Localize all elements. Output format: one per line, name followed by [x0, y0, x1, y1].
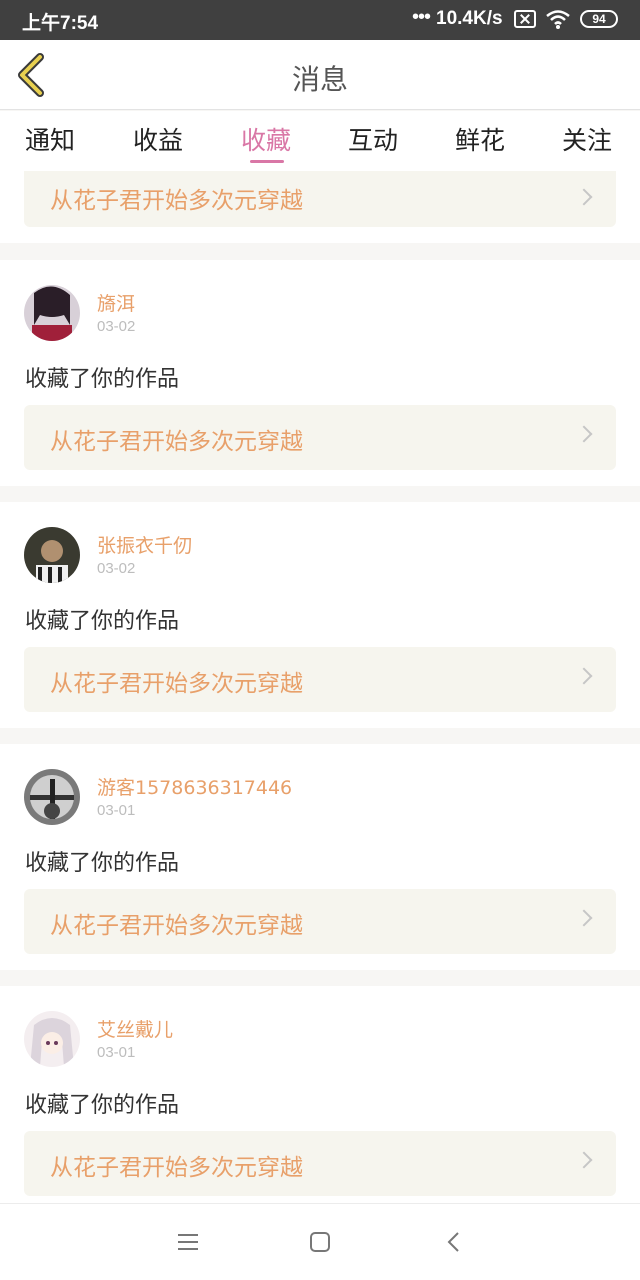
- work-link[interactable]: 从花子君开始多次元穿越: [24, 647, 616, 712]
- chevron-right-icon: [575, 909, 593, 927]
- status-bar: 上午7:54 ••• 10.4K/s 94: [0, 0, 640, 40]
- list-item: 旖洱 03-02 收藏了你的作品 从花子君开始多次元穿越: [0, 260, 640, 486]
- work-link[interactable]: 从花子君开始多次元穿越: [24, 405, 616, 470]
- tab-notice[interactable]: 通知: [25, 121, 75, 157]
- tab-interaction[interactable]: 互动: [348, 121, 398, 157]
- action-text: 收藏了你的作品: [25, 367, 180, 392]
- wifi-icon: [546, 10, 570, 29]
- avatar[interactable]: [24, 527, 80, 583]
- list-item: 从花子君开始多次元穿越: [0, 171, 640, 243]
- work-title: 从花子君开始多次元穿越: [50, 429, 303, 455]
- chevron-right-icon: [575, 667, 593, 685]
- menu-icon[interactable]: [176, 1232, 200, 1252]
- date: 03-02: [97, 318, 136, 335]
- work-title: 从花子君开始多次元穿越: [50, 913, 303, 939]
- avatar[interactable]: [24, 1011, 80, 1067]
- app-header: 消息: [0, 40, 640, 110]
- avatar[interactable]: [24, 769, 80, 825]
- tab-bar: 通知 收益 收藏 互动 鲜花 关注: [0, 111, 640, 171]
- chevron-right-icon: [575, 425, 593, 443]
- username[interactable]: 张振衣千仞: [97, 531, 192, 558]
- date: 03-01: [97, 1044, 136, 1061]
- tab-flowers[interactable]: 鲜花: [455, 121, 505, 157]
- work-title: 从花子君开始多次元穿越: [50, 1155, 303, 1181]
- tab-earnings[interactable]: 收益: [133, 121, 183, 157]
- date: 03-02: [97, 560, 136, 577]
- action-text: 收藏了你的作品: [25, 609, 180, 634]
- home-icon[interactable]: [308, 1231, 332, 1253]
- work-link[interactable]: 从花子君开始多次元穿越: [24, 1131, 616, 1196]
- action-text: 收藏了你的作品: [25, 1093, 180, 1118]
- tab-favorites[interactable]: 收藏: [241, 121, 291, 157]
- status-time: 上午7:54: [22, 13, 99, 34]
- list-item: 艾丝戴儿 03-01 收藏了你的作品 从花子君开始多次元穿越: [0, 986, 640, 1203]
- work-title: 从花子君开始多次元穿越: [50, 671, 303, 697]
- page-title: 消息: [291, 63, 348, 96]
- work-link[interactable]: 从花子君开始多次元穿越: [24, 171, 616, 227]
- work-link[interactable]: 从花子君开始多次元穿越: [24, 889, 616, 954]
- list-item: 游客1578636317446 03-01 收藏了你的作品 从花子君开始多次元穿…: [0, 744, 640, 970]
- chevron-right-icon: [575, 1151, 593, 1169]
- username[interactable]: 旖洱: [97, 289, 135, 316]
- avatar[interactable]: [24, 285, 80, 341]
- action-text: 收藏了你的作品: [25, 851, 180, 876]
- status-dots: •••: [412, 6, 431, 28]
- date: 03-01: [97, 802, 136, 819]
- tab-follow[interactable]: 关注: [562, 121, 612, 157]
- system-nav-bar: [0, 1203, 640, 1280]
- battery-indicator: 94: [580, 10, 618, 28]
- active-tab-indicator: [250, 160, 284, 163]
- work-title: 从花子君开始多次元穿越: [50, 188, 303, 214]
- back-nav-icon[interactable]: [444, 1230, 464, 1254]
- username[interactable]: 艾丝戴儿: [97, 1015, 173, 1042]
- chevron-right-icon: [575, 188, 593, 206]
- username[interactable]: 游客1578636317446: [97, 773, 292, 800]
- list-item: 张振衣千仞 03-02 收藏了你的作品 从花子君开始多次元穿越: [0, 502, 640, 728]
- network-speed: 10.4K/s: [436, 8, 503, 29]
- close-box-icon: [514, 10, 536, 28]
